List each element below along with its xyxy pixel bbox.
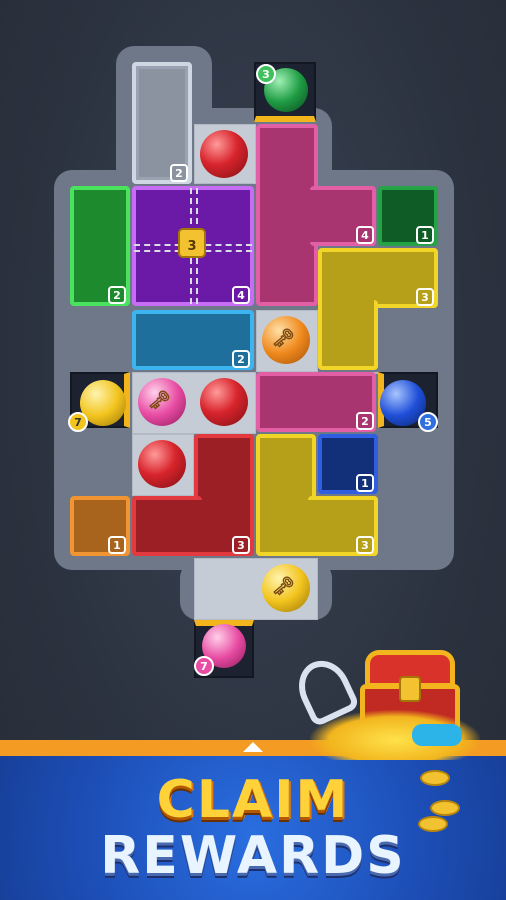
block-count: 4 bbox=[232, 286, 250, 304]
block-count: 1 bbox=[108, 536, 126, 554]
key-icon: 🗝 bbox=[272, 576, 295, 597]
exit-count-badge: 3 bbox=[256, 64, 276, 84]
exit-count-badge: 7 bbox=[68, 412, 88, 432]
exit-count-badge: 7 bbox=[194, 656, 214, 676]
banner-title-claim: CLAIM bbox=[156, 770, 350, 830]
block-count: 3 bbox=[232, 536, 250, 554]
block-count: 2 bbox=[356, 412, 374, 430]
block-count: 2 bbox=[232, 350, 250, 368]
key-icon: 🗝 bbox=[272, 328, 295, 349]
block-count: 4 bbox=[356, 226, 374, 244]
block-count: 2 bbox=[108, 286, 126, 304]
lock-icon: 3 bbox=[178, 228, 206, 258]
yellow-block[interactable] bbox=[256, 434, 316, 556]
red-l-block-arm[interactable] bbox=[132, 496, 202, 556]
red-ball[interactable] bbox=[200, 378, 248, 426]
chest-lock bbox=[399, 676, 421, 702]
magnet-icon bbox=[412, 724, 462, 746]
block-count: 2 bbox=[170, 164, 188, 182]
exit-count-badge: 5 bbox=[418, 412, 438, 432]
key-icon: 🗝 bbox=[148, 390, 171, 411]
block-count: 1 bbox=[416, 226, 434, 244]
banner-arrow bbox=[243, 742, 263, 752]
banner-title-rewards: REWARDS bbox=[100, 826, 406, 886]
block-count: 1 bbox=[356, 474, 374, 492]
yellow-l-block-arm[interactable] bbox=[318, 300, 378, 370]
red-ball[interactable] bbox=[138, 440, 186, 488]
block-count: 3 bbox=[416, 288, 434, 306]
pink-tall-block[interactable] bbox=[256, 124, 318, 306]
block-count: 3 bbox=[356, 536, 374, 554]
red-ball[interactable] bbox=[200, 130, 248, 178]
